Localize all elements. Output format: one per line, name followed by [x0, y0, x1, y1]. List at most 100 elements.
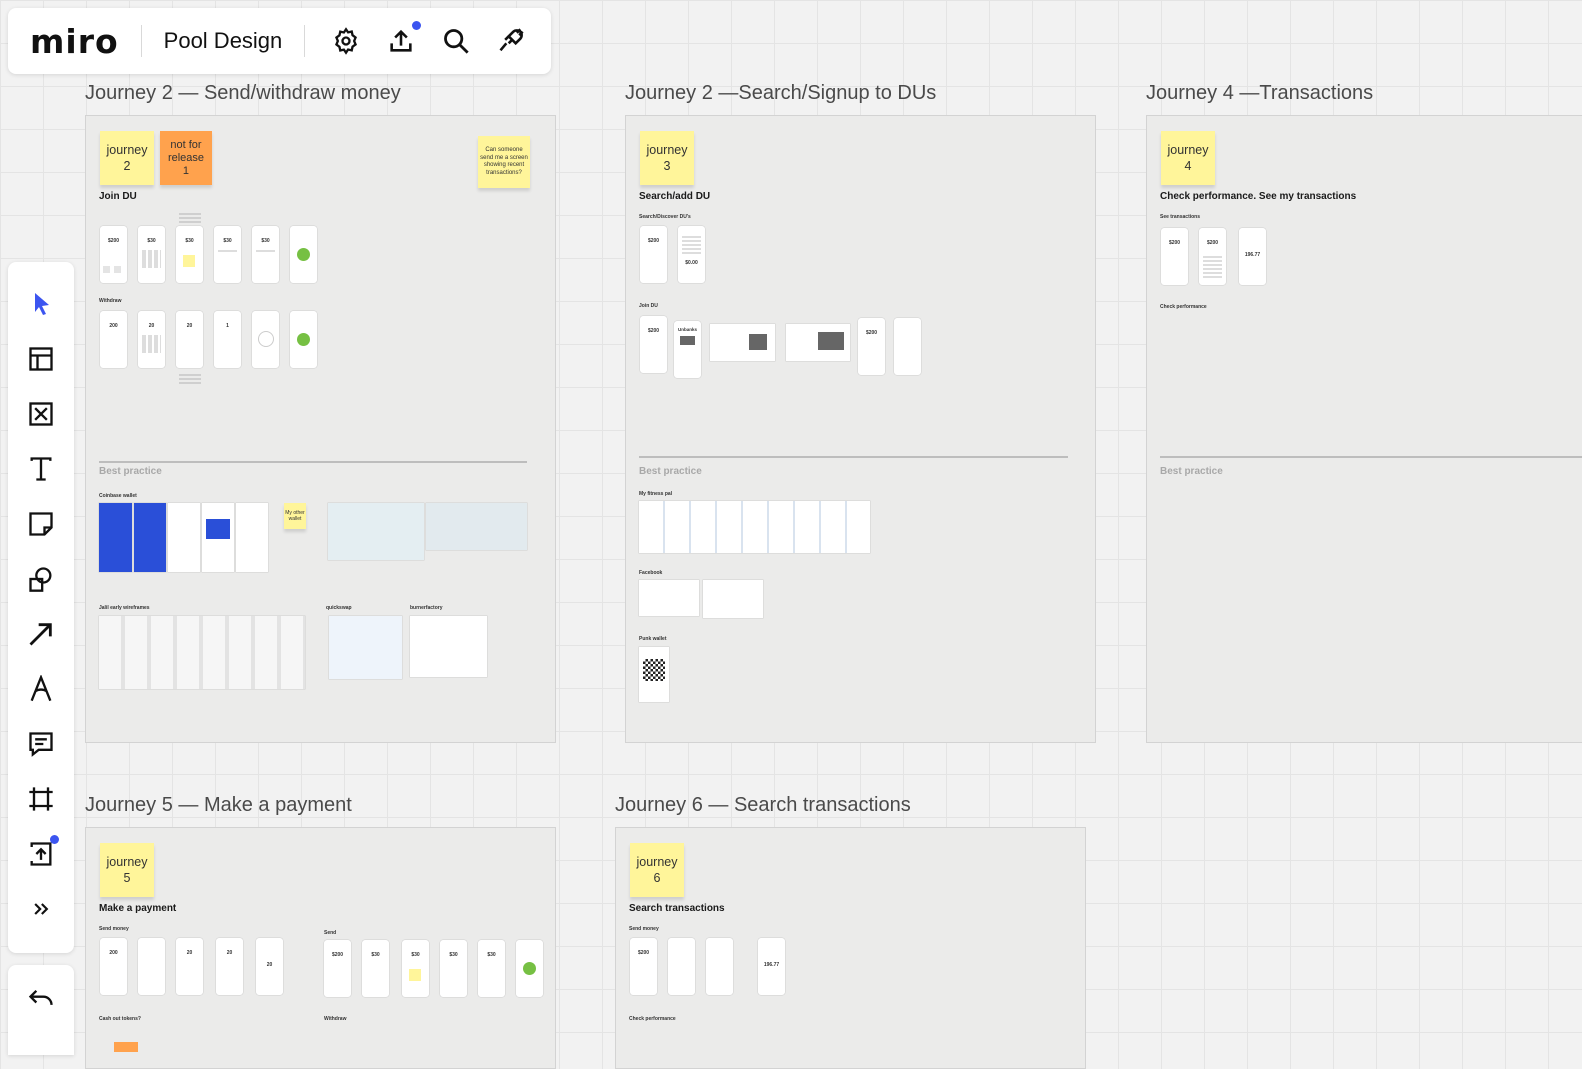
phone-wireframe[interactable]: $30: [252, 226, 279, 283]
screenshot-thumbnail[interactable]: [99, 616, 305, 689]
undo-icon[interactable]: [25, 983, 57, 1015]
phone-wireframe[interactable]: 200: [100, 311, 127, 368]
screenshot-thumbnail[interactable]: [639, 501, 870, 553]
screenshot-thumbnail[interactable]: [134, 503, 166, 572]
qr-code-thumbnail[interactable]: [639, 647, 669, 702]
phone-wireframe[interactable]: [668, 938, 695, 995]
screenshot-thumbnail[interactable]: [99, 503, 132, 572]
phone-wireframe[interactable]: 200: [100, 938, 127, 995]
sticky-note[interactable]: journey 3: [640, 131, 694, 185]
phone-wireframe[interactable]: 196.77: [758, 938, 785, 995]
frame-title-journey-2[interactable]: Journey 2 — Send/withdraw money: [85, 82, 401, 105]
screenshot-thumbnail[interactable]: [329, 616, 402, 679]
frame-title-journey-5[interactable]: Journey 5 — Make a payment: [85, 794, 352, 817]
phone-wireframe[interactable]: $30: [176, 226, 203, 283]
select-cursor-icon[interactable]: [25, 288, 57, 320]
phone-wireframe[interactable]: [516, 940, 543, 997]
phone-wireframe[interactable]: [290, 311, 317, 368]
sticky-note[interactable]: not for release 1: [160, 131, 212, 185]
frame-title-journey-4[interactable]: Journey 4 —Transactions: [1146, 82, 1373, 105]
screenshot-thumbnail[interactable]: [426, 503, 527, 550]
text-icon[interactable]: [25, 453, 57, 485]
sticky-note[interactable]: journey 6: [630, 843, 684, 897]
frame-crop-icon[interactable]: [25, 783, 57, 815]
phone-wireframe[interactable]: 1: [214, 311, 241, 368]
toolbar-divider: [140, 25, 142, 57]
sticky-note[interactable]: [114, 1042, 138, 1052]
phone-wireframe[interactable]: $0.00: [678, 226, 705, 283]
frame-journey-5-make-payment[interactable]: journey 5 Make a payment Send money 200 …: [85, 827, 556, 1069]
frame-journey-6-search-transactions[interactable]: journey 6 Search transactions Send money…: [615, 827, 1086, 1069]
annotation-lines: [179, 374, 201, 384]
miro-logo[interactable]: miro: [30, 22, 119, 61]
upload-icon[interactable]: [25, 835, 59, 870]
frame-journey-4-transactions[interactable]: journey 4 Check performance. See my tran…: [1146, 115, 1582, 743]
phone-wireframe[interactable]: 20: [256, 938, 283, 995]
phone-wireframe[interactable]: [894, 318, 921, 375]
upload-icon[interactable]: [381, 21, 422, 61]
sticky-note[interactable]: My other wallet: [284, 503, 306, 529]
screenshot-thumbnail[interactable]: [710, 324, 775, 361]
more-chevrons-icon[interactable]: [25, 893, 57, 925]
frame-cross-icon[interactable]: [25, 398, 57, 430]
screenshot-thumbnail[interactable]: [236, 503, 268, 572]
phone-wireframe[interactable]: [138, 938, 165, 995]
board-title[interactable]: Pool Design: [164, 28, 283, 54]
screenshot-thumbnail[interactable]: [328, 503, 424, 560]
screenshot-thumbnail[interactable]: [410, 616, 487, 677]
section-heading: Search/add DU: [639, 191, 711, 202]
phone-wireframe[interactable]: $30: [214, 226, 241, 283]
phone-wireframe[interactable]: [252, 311, 279, 368]
section-label: Facebook: [639, 570, 663, 576]
phone-wireframe[interactable]: 196.77: [1239, 228, 1266, 285]
sticky-note[interactable]: Can someone send me a screen showing rec…: [478, 136, 530, 188]
search-icon[interactable]: [436, 21, 476, 61]
phone-wireframe[interactable]: [706, 938, 733, 995]
phone-wireframe[interactable]: $30: [402, 940, 429, 997]
screenshot-thumbnail[interactable]: [786, 324, 850, 361]
phone-wireframe[interactable]: $200: [640, 316, 667, 373]
phone-wireframe[interactable]: $200: [324, 940, 351, 997]
section-heading: Search transactions: [629, 903, 725, 914]
section-label: Punk wallet: [639, 636, 667, 642]
divider-line: [99, 461, 527, 463]
phone-wireframe[interactable]: $200: [1199, 228, 1226, 285]
screenshot-thumbnail[interactable]: [168, 503, 200, 572]
phone-wireframe[interactable]: 20: [176, 938, 203, 995]
check-icon: [297, 248, 310, 261]
phone-wireframe[interactable]: $30: [478, 940, 505, 997]
screenshot-thumbnail[interactable]: [639, 580, 699, 616]
phone-wireframe[interactable]: $30: [362, 940, 389, 997]
phone-wireframe[interactable]: Unbanks: [674, 321, 701, 378]
frame-title-journey-2-search[interactable]: Journey 2 —Search/Signup to DUs: [625, 82, 936, 105]
section-label: Cash out tokens?: [99, 1016, 141, 1022]
phone-wireframe[interactable]: 20: [216, 938, 243, 995]
phone-wireframe[interactable]: $200: [100, 226, 127, 283]
sticky-note[interactable]: journey 2: [100, 131, 154, 185]
phone-wireframe[interactable]: $200: [640, 226, 667, 283]
frame-journey-2-send-withdraw[interactable]: journey 2 not for release 1 Can someone …: [85, 115, 556, 743]
gear-icon[interactable]: [326, 21, 366, 61]
phone-wireframe[interactable]: $200: [1161, 228, 1188, 285]
phone-wireframe[interactable]: 20: [138, 311, 165, 368]
phone-wireframe[interactable]: 20: [176, 311, 203, 368]
frame-journey-2-search-signup[interactable]: journey 3 Search/add DU Search/Discover …: [625, 115, 1096, 743]
phone-wireframe[interactable]: $30: [440, 940, 467, 997]
sticky-note[interactable]: journey 5: [100, 843, 154, 897]
comment-icon[interactable]: [25, 728, 57, 760]
phone-wireframe[interactable]: $200: [858, 318, 885, 375]
phone-wireframe[interactable]: $200: [630, 938, 657, 995]
screenshot-thumbnail[interactable]: [703, 580, 763, 618]
section-heading: Check performance. See my transactions: [1160, 191, 1357, 202]
phone-wireframe[interactable]: [290, 226, 317, 283]
shapes-icon[interactable]: [25, 563, 57, 595]
frame-title-journey-6[interactable]: Journey 6 — Search transactions: [615, 794, 911, 817]
phone-wireframe[interactable]: $30: [138, 226, 165, 283]
sticky-note-icon[interactable]: [25, 508, 57, 540]
pen-icon[interactable]: [25, 673, 57, 705]
sticky-note[interactable]: journey 4: [1161, 131, 1215, 185]
plug-icon[interactable]: [491, 21, 531, 61]
arrow-line-icon[interactable]: [25, 618, 57, 650]
templates-icon[interactable]: [25, 343, 57, 375]
screenshot-thumbnail[interactable]: [202, 503, 234, 572]
